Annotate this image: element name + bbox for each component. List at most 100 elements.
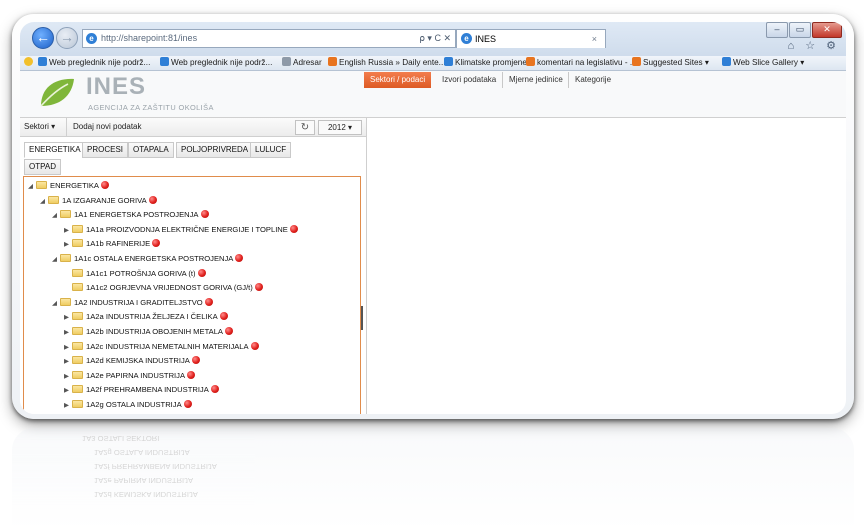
leaf-logo-icon (40, 78, 74, 107)
tree-node-label: 1A2f PREHRAMBENA INDUSTRIJA (86, 385, 209, 395)
tree-node[interactable]: ◢ 1A1c OSTALA ENERGETSKA POSTROJENJA (52, 252, 244, 266)
tab-lulucf[interactable]: LULUCF (250, 142, 292, 158)
status-dot-icon (250, 341, 259, 350)
tab-poljoprivreda[interactable]: POLJOPRIVREDA (176, 142, 254, 158)
rss-icon (328, 57, 337, 66)
collapse-arrow-icon[interactable]: ◢ (28, 180, 36, 193)
tree-node[interactable]: ▶ 1A2c INDUSTRIJA NEMETALNIH MATERIJALA (64, 340, 259, 353)
tree-node[interactable]: ▶ 1A2b INDUSTRIJA OBOJENIH METALA (64, 325, 234, 339)
year-select[interactable]: 2012 ▾ (318, 120, 362, 135)
collapse-arrow-icon[interactable]: ◢ (52, 209, 60, 222)
tree-node-label: 1A1 ENERGETSKA POSTROJENJA (74, 210, 199, 220)
tree-node-label: 1A IZGARANJE GORIVA (62, 195, 147, 205)
favorites-star-icon[interactable] (24, 56, 35, 70)
refresh-icon[interactable]: ↻ (295, 120, 315, 135)
tree-node[interactable]: ◢1A3 OSTALI SEKTORI (52, 413, 161, 414)
collapse-arrow-icon[interactable]: ◢ (52, 253, 60, 266)
expand-arrow-icon[interactable]: ▶ (64, 399, 72, 412)
tree-node-label: 1A2e PAPIRNA INDUSTRIJA (86, 370, 186, 380)
favorite-label: Adresar (293, 58, 322, 67)
splitter-handle[interactable] (361, 306, 363, 330)
expand-arrow-icon[interactable]: ▶ (64, 224, 72, 237)
tree-node-label: ENERGETIKA (50, 181, 99, 190)
address-bar[interactable]: e http://sharepoint:81/ines ⍴ ▾ C ✕ (82, 29, 456, 48)
tab-otapala[interactable]: OTAPALA (128, 142, 174, 158)
panel-toolbar: Sektori ▾ Dodaj novi podatak ↻ 2012 ▾ (20, 118, 366, 137)
tree-node[interactable]: ▶ 1A2f PREHRAMBENA INDUSTRIJA (64, 383, 219, 396)
favorite-link[interactable]: Web preglednik nije podrž... (38, 56, 150, 70)
expand-arrow-icon[interactable]: ▶ (64, 311, 72, 324)
restore-button[interactable]: ▭ (789, 22, 811, 38)
folder-icon (60, 254, 71, 262)
sectors-dropdown[interactable]: Sektori ▾ (24, 118, 55, 136)
window-controls: – ▭ ✕ (765, 22, 842, 38)
favorite-link[interactable]: Suggested Sites ▾ (632, 56, 709, 70)
tree-node[interactable]: ◢ 1A1 ENERGETSKA POSTROJENJA (52, 208, 209, 221)
tree-node[interactable]: ▶ 1A2g OSTALA INDUSTRIJA (64, 398, 192, 411)
expand-arrow-icon[interactable]: ▶ (64, 384, 72, 397)
folder-icon (72, 370, 83, 379)
ie-page-icon: e (461, 33, 472, 44)
tree-node[interactable]: ◢ 1A2 INDUSTRIJA I GRADITELJSTVO (52, 296, 213, 309)
tab-energetika[interactable]: ENERGETIKA (24, 142, 86, 158)
app-subtitle: AGENCIJA ZA ZAŠTITU OKOLIŠA (88, 103, 214, 112)
folder-icon (72, 327, 83, 335)
reflection: 1A3 OSTALI SEKTORI 1A2g OSTALA INDUSTRIJA… (12, 428, 854, 531)
tab-procesi[interactable]: PROCESI (82, 142, 129, 158)
forward-button[interactable]: → (56, 27, 78, 49)
collapse-arrow-icon[interactable]: ◢ (52, 297, 60, 310)
expand-arrow-icon[interactable]: ▶ (64, 326, 72, 339)
app-header: INES AGENCIJA ZA ZAŠTITU OKOLIŠA Sektori… (20, 71, 846, 118)
close-button[interactable]: ✕ (812, 22, 842, 38)
tree-node[interactable]: 1A1c2 OGRJEVNA VRIJEDNOST GORIVA (GJ/t) (64, 281, 263, 294)
favorite-link[interactable]: Web preglednik nije podrž... (160, 56, 272, 70)
ie-page-icon (38, 57, 47, 66)
tree-node[interactable]: ◢ 1A IZGARANJE GORIVA (40, 194, 157, 207)
folder-icon (60, 297, 71, 306)
tab-otpad[interactable]: OTPAD (24, 159, 61, 175)
status-dot-icon (200, 210, 209, 219)
ie-page-icon: e (86, 33, 97, 44)
menu-izvori-podataka[interactable]: Izvori podataka (436, 72, 502, 88)
menu-sektori-podaci[interactable]: Sektori / podaci (364, 72, 432, 88)
menu-kategorije[interactable]: Kategorije (568, 72, 617, 88)
browser-tab[interactable]: e INES × (456, 29, 606, 48)
tree-node[interactable]: ◢ ENERGETIKA (28, 179, 109, 192)
collapse-arrow-icon[interactable]: ◢ (40, 195, 48, 208)
reflection-row: 1A2e PAPIRNA INDUSTRIJA (94, 476, 194, 485)
folder-icon (72, 312, 83, 321)
favorite-link[interactable]: Klimatske promjene (444, 56, 527, 70)
tab-close-icon[interactable]: × (592, 30, 597, 48)
status-dot-icon (235, 254, 244, 262)
tree-node[interactable]: ▶ 1A1a PROIZVODNJA ELEKTRIČNE ENERGIJE I … (64, 223, 298, 236)
add-new-data-button[interactable]: Dodaj novi podatak (66, 118, 142, 136)
folder-icon (36, 181, 47, 189)
expand-arrow-icon[interactable]: ▶ (64, 355, 72, 368)
tree-node[interactable]: 1A1c1 POTROŠNJA GORIVA (t) (64, 267, 206, 280)
status-dot-icon (100, 181, 109, 189)
tree-node-label: 1A2 INDUSTRIJA I GRADITELJSTVO (74, 297, 203, 307)
tree-node[interactable]: ▶ 1A1b RAFINERIJE (64, 237, 161, 251)
minimize-button[interactable]: – (766, 22, 788, 38)
expand-arrow-icon[interactable]: ▶ (64, 238, 72, 251)
favorite-link[interactable]: Web Slice Gallery ▾ (722, 56, 804, 70)
tree-node-label: 1A2b INDUSTRIJA OBOJENIH METALA (86, 327, 224, 336)
favorite-link[interactable]: Adresar (282, 56, 322, 70)
tree-node[interactable]: ▶ 1A2d KEMIJSKA INDUSTRIJA (64, 354, 200, 367)
status-dot-icon (191, 356, 200, 365)
expand-arrow-icon[interactable]: ▶ (64, 341, 72, 354)
menu-mjerne-jedinice[interactable]: Mjerne jedinice (502, 72, 569, 88)
favorite-link[interactable]: English Russia » Daily ente... (328, 56, 446, 70)
expand-arrow-icon[interactable]: ▶ (64, 370, 72, 383)
favorite-link[interactable]: komentari na legislativu - ... (526, 56, 637, 70)
address-controls[interactable]: ⍴ ▾ C ✕ (419, 30, 451, 47)
status-dot-icon (183, 400, 192, 408)
back-button[interactable]: ← (32, 27, 54, 49)
status-dot-icon (197, 268, 206, 277)
reflection-row: 1A3 OSTALI SEKTORI (82, 434, 160, 443)
reflection-row: 1A2d KEMIJSKA INDUSTRIJA (94, 490, 198, 499)
tree-node[interactable]: ▶ 1A2e PAPIRNA INDUSTRIJA (64, 369, 196, 383)
status-dot-icon (254, 283, 263, 292)
tree-node[interactable]: ▶ 1A2a INDUSTRIJA ŽELJEZA I ČELIKA (64, 310, 228, 323)
browser-tools-icons[interactable]: ⌂ ☆ ⚙ (788, 39, 840, 52)
